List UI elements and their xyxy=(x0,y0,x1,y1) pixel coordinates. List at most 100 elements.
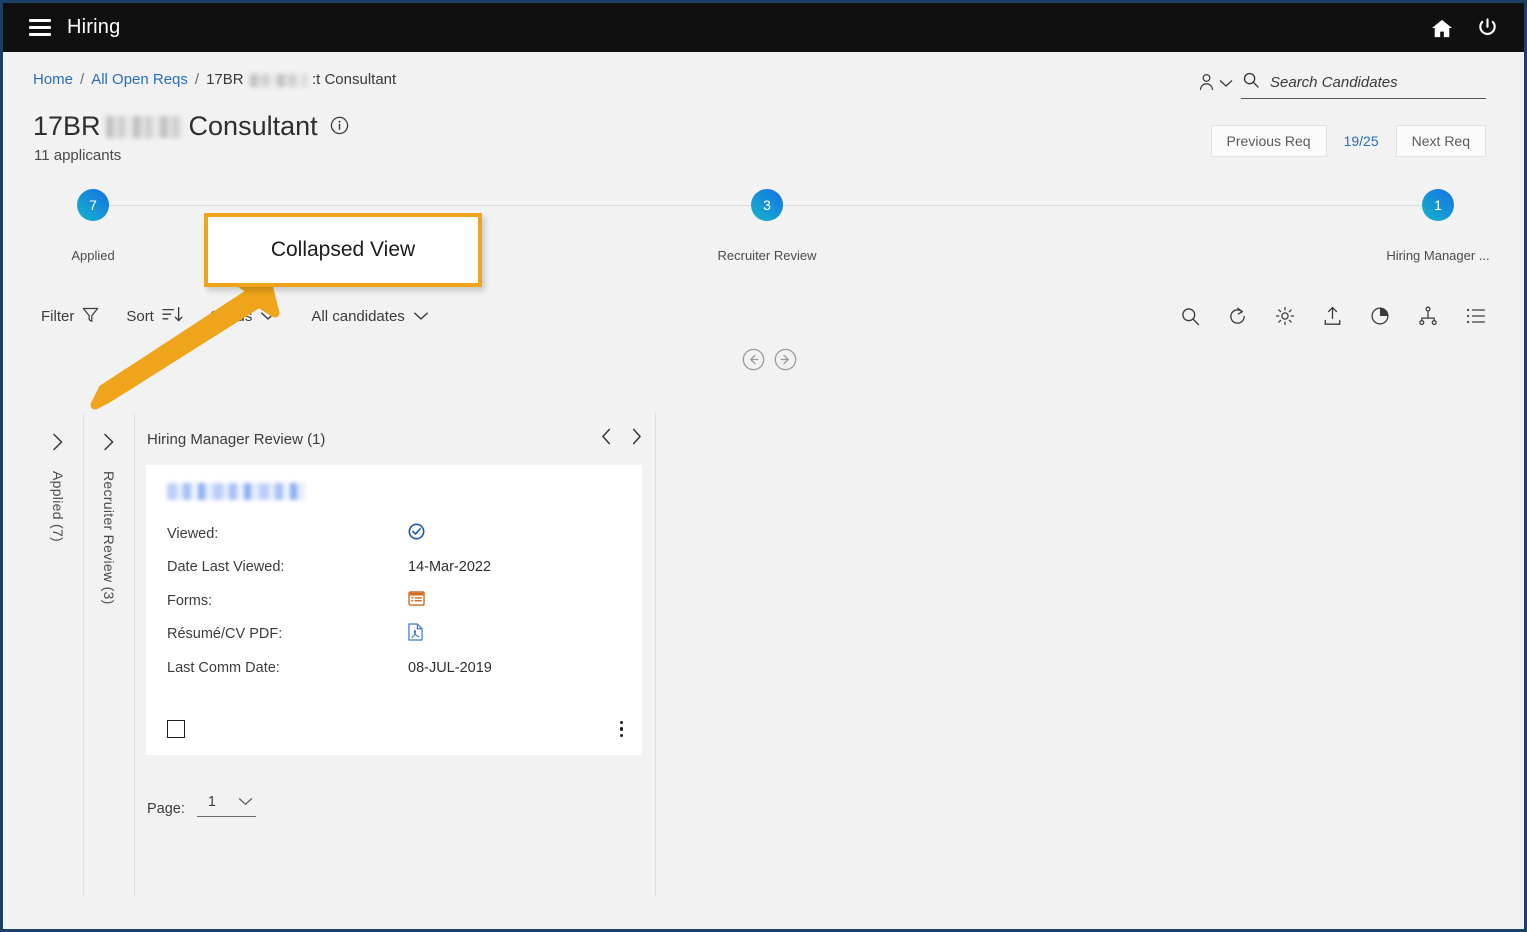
candidate-board: Applied (7) Recruiter Review (3) Hiring … xyxy=(33,413,656,896)
pipeline-stage-hiring-manager-review[interactable]: 1 Hiring Manager ... xyxy=(1343,189,1524,263)
card-row-last-comm-date: Last Comm Date: 08-JUL-2019 xyxy=(167,651,623,685)
pipeline-stage-applied[interactable]: 7 Applied xyxy=(61,189,125,263)
field-label: Date Last Viewed: xyxy=(167,559,285,576)
card-pager: Page: 1 xyxy=(146,794,655,817)
field-value: 08-JUL-2019 xyxy=(408,659,492,676)
info-icon[interactable] xyxy=(330,111,349,142)
search-input-wrapper[interactable] xyxy=(1241,69,1486,99)
candidate-card[interactable]: Viewed: Date Last Viewed: 14-Mar-2022 Fo… xyxy=(146,465,642,755)
req-pager: Previous Req 19/25 Next Req xyxy=(1210,125,1486,157)
board-scroll-nav xyxy=(742,348,797,376)
field-label: Résumé/CV PDF: xyxy=(167,626,283,643)
card-select-checkbox[interactable] xyxy=(167,720,185,738)
redacted-text xyxy=(105,115,184,138)
chevron-right-icon[interactable] xyxy=(103,433,115,456)
card-footer xyxy=(167,720,623,738)
breadcrumb-separator: / xyxy=(194,71,200,88)
collapsed-column-applied[interactable]: Applied (7) xyxy=(33,413,83,896)
upload-icon[interactable] xyxy=(1323,306,1342,331)
card-row-resume-pdf: Résumé/CV PDF: xyxy=(167,618,623,652)
column-title: Hiring Manager Review (1) xyxy=(147,430,326,448)
all-candidates-label: All candidates xyxy=(311,308,405,325)
page-select[interactable]: 1 xyxy=(196,794,256,817)
app-title: Hiring xyxy=(67,16,121,38)
chevron-down-icon xyxy=(238,794,253,810)
stage-count-badge[interactable]: 7 xyxy=(77,189,109,221)
chevron-down-icon xyxy=(1219,75,1233,93)
chevron-right-icon[interactable] xyxy=(52,433,64,456)
pdf-icon[interactable] xyxy=(408,623,423,645)
breadcrumb-current-suffix: :t Consultant xyxy=(311,71,397,88)
candidate-search-area xyxy=(1198,69,1486,99)
card-row-forms: Forms: xyxy=(167,584,623,618)
search-input[interactable] xyxy=(1268,73,1484,92)
callout-text: Collapsed View xyxy=(270,238,416,261)
stage-label: Applied xyxy=(71,248,115,263)
application-window: Hiring Home / All Open Reqs / 17BR :t Co… xyxy=(0,0,1527,932)
field-label: Viewed: xyxy=(167,525,219,542)
callout-label: Collapsed View xyxy=(204,213,482,287)
topbar-actions xyxy=(1431,17,1498,38)
chevron-down-icon xyxy=(413,308,429,325)
power-icon[interactable] xyxy=(1477,17,1498,38)
circle-arrow-right-icon[interactable] xyxy=(774,348,797,376)
hierarchy-icon[interactable] xyxy=(1418,306,1438,331)
collapsed-column-label: Recruiter Review (3) xyxy=(101,471,117,605)
pager-label: Page: xyxy=(147,801,185,817)
field-label: Last Comm Date: xyxy=(167,659,280,676)
person-filter-dropdown[interactable] xyxy=(1198,73,1233,96)
page-title-suffix: Consultant xyxy=(188,111,318,141)
sort-button[interactable]: Sort xyxy=(126,306,183,327)
filter-button[interactable]: Filter xyxy=(41,307,99,327)
search-icon xyxy=(1243,72,1259,93)
status-dropdown[interactable]: Status xyxy=(210,308,277,325)
applicant-count: 11 applicants xyxy=(34,147,122,164)
more-vertical-icon[interactable] xyxy=(619,721,623,737)
collapsed-column-label: Applied (7) xyxy=(50,471,66,543)
expanded-column-hiring-manager-review: Hiring Manager Review (1) Viewed: Date L… xyxy=(135,413,655,896)
breadcrumb-item-all-open-reqs[interactable]: All Open Reqs xyxy=(91,71,188,88)
card-row-date-last-viewed: Date Last Viewed: 14-Mar-2022 xyxy=(167,551,623,585)
req-counter[interactable]: 19/25 xyxy=(1335,133,1388,149)
top-navigation-bar: Hiring xyxy=(3,3,1524,52)
breadcrumb: Home / All Open Reqs / 17BR :t Consultan… xyxy=(33,71,396,88)
column-divider xyxy=(655,413,656,896)
gear-icon[interactable] xyxy=(1275,306,1295,331)
chevron-right-icon[interactable] xyxy=(631,428,642,450)
page-title: 17BR Consultant xyxy=(33,111,349,142)
stage-count-badge[interactable]: 1 xyxy=(1422,189,1454,221)
breadcrumb-separator: / xyxy=(80,71,85,88)
hamburger-icon[interactable] xyxy=(29,19,51,36)
collapsed-column-recruiter-review[interactable]: Recruiter Review (3) xyxy=(84,413,134,896)
person-icon xyxy=(1198,73,1215,96)
pie-chart-icon[interactable] xyxy=(1370,306,1390,331)
sort-label: Sort xyxy=(126,308,154,325)
stage-label: Hiring Manager ... xyxy=(1386,248,1490,263)
pipeline-stage-recruiter-review[interactable]: 3 Recruiter Review xyxy=(672,189,862,263)
chevron-left-icon[interactable] xyxy=(601,428,612,450)
redacted-text xyxy=(249,73,306,87)
chevron-down-icon xyxy=(260,308,276,325)
page-value: 1 xyxy=(207,794,216,810)
forms-icon[interactable] xyxy=(408,591,425,610)
home-icon[interactable] xyxy=(1431,18,1453,38)
view-toolbar xyxy=(1181,306,1486,331)
breadcrumb-current-prefix: 17BR xyxy=(206,71,244,88)
status-label: Status xyxy=(209,308,253,325)
refresh-icon[interactable] xyxy=(1228,307,1247,331)
breadcrumb-item-home[interactable]: Home xyxy=(33,71,73,88)
list-view-icon[interactable] xyxy=(1466,307,1486,330)
field-value: 14-Mar-2022 xyxy=(408,559,492,576)
all-candidates-dropdown[interactable]: All candidates xyxy=(311,308,428,325)
circle-arrow-left-icon[interactable] xyxy=(742,348,765,376)
breadcrumb-item-current: 17BR :t Consultant xyxy=(206,71,396,88)
card-row-viewed: Viewed: xyxy=(167,517,623,551)
filter-toolbar: Filter Sort Status All candidates xyxy=(41,306,429,327)
candidate-name-redacted xyxy=(167,483,305,500)
stage-count-badge[interactable]: 3 xyxy=(751,189,783,221)
column-header: Hiring Manager Review (1) xyxy=(146,413,655,465)
search-icon[interactable] xyxy=(1181,307,1200,331)
column-nav xyxy=(601,428,642,450)
previous-req-button[interactable]: Previous Req xyxy=(1210,125,1327,157)
next-req-button[interactable]: Next Req xyxy=(1395,125,1486,157)
